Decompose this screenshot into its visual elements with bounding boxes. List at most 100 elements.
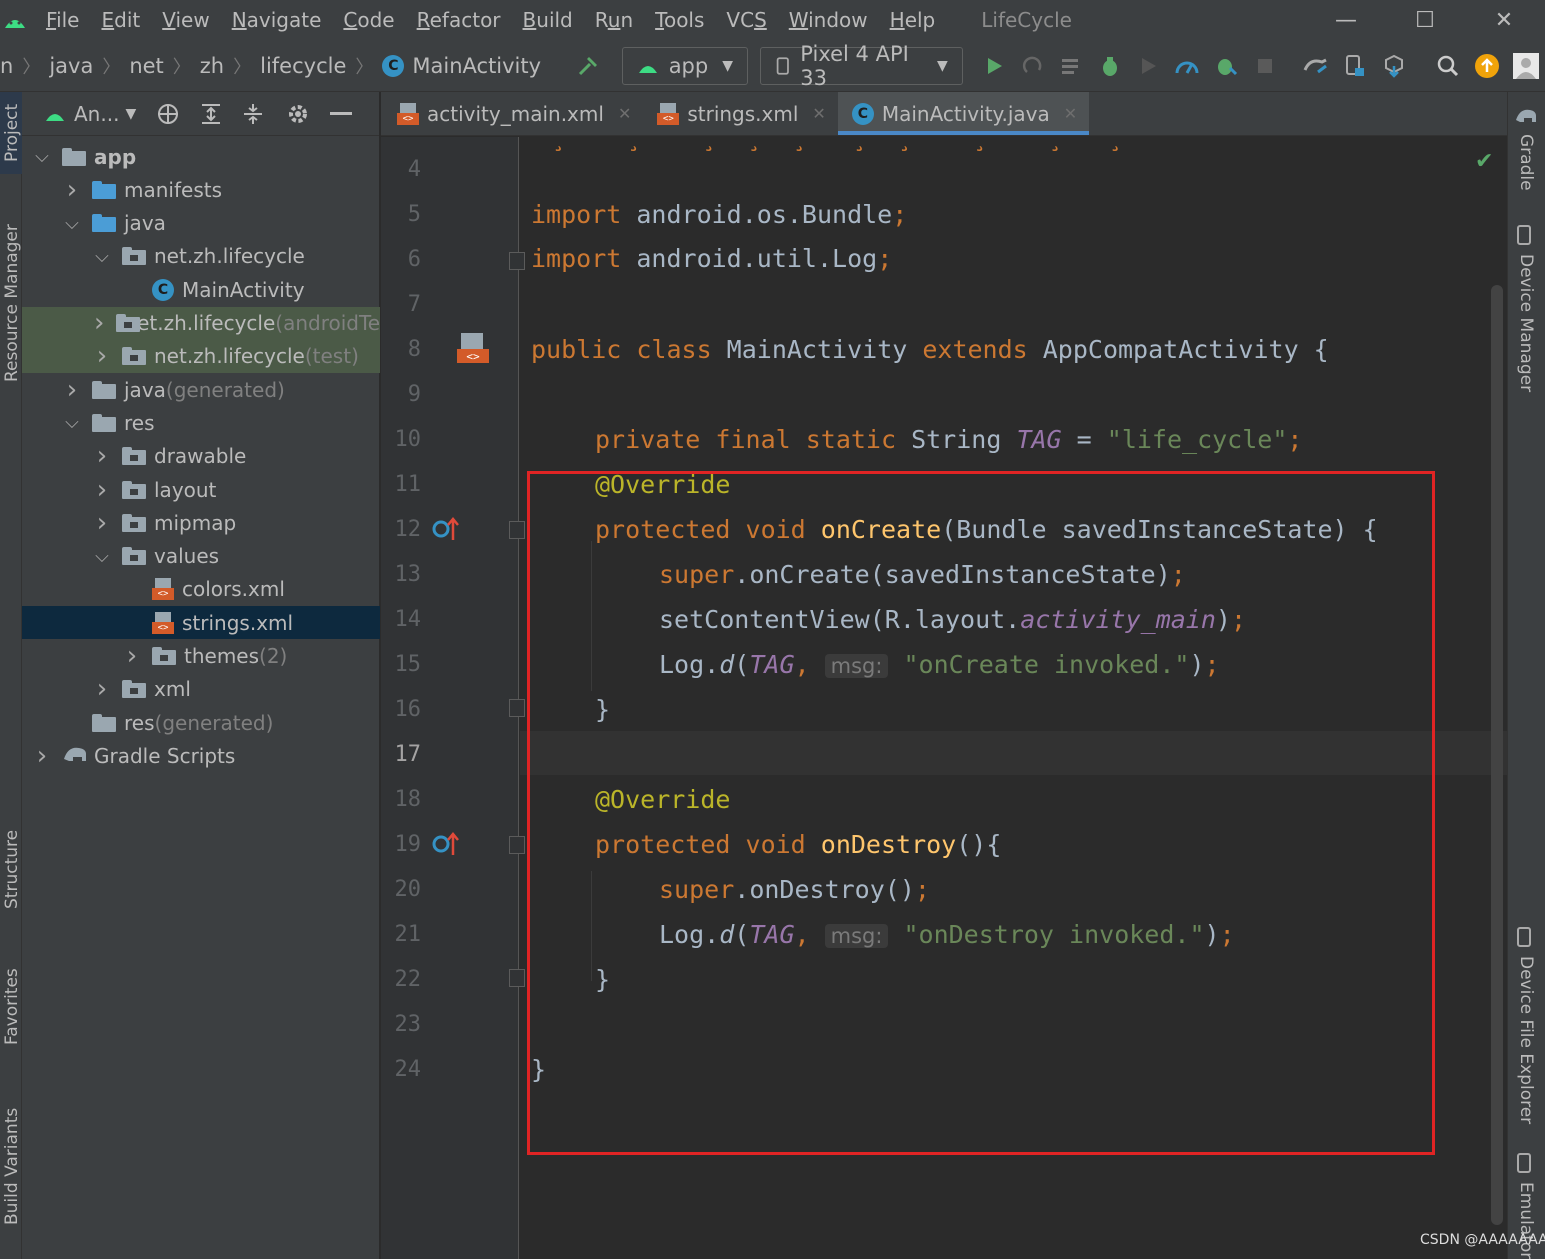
tree-item[interactable]: strings.xml [22, 606, 380, 640]
tree-item[interactable]: › xml [22, 673, 380, 706]
tool-tab-device-manager[interactable]: Device Manager [1514, 224, 1536, 392]
maximize-button[interactable]: ☐ [1395, 0, 1455, 40]
chevron-down-icon[interactable]: ⌵ [94, 246, 110, 267]
chevron-right-icon[interactable]: › [34, 741, 50, 771]
tree-item[interactable]: res (generated) [22, 706, 380, 739]
chevron-down-icon[interactable]: ⌵ [64, 213, 80, 234]
tool-tab-emulator[interactable]: Emulator [1514, 1152, 1536, 1259]
profiler-gauge-icon[interactable] [1174, 51, 1201, 81]
code-editor[interactable]: 4 5 6 7 8 9 10 11 12 13 14 15 16 17 18 19 20 21 22 23 24 <> … [381, 137, 1507, 1259]
build-hammer-icon[interactable] [575, 51, 602, 81]
menu-tools[interactable]: Tools [655, 8, 704, 32]
run-play-icon[interactable] [981, 51, 1008, 81]
tree-item[interactable]: ⌵ net.zh.lifecycle [22, 240, 380, 273]
tree-item[interactable]: C MainActivity [22, 273, 380, 306]
breadcrumb-item[interactable]: net [129, 54, 163, 78]
menu-run[interactable]: Run [595, 8, 633, 32]
menu-navigate[interactable]: Navigate [232, 8, 322, 32]
apply-code-changes-icon[interactable] [1058, 51, 1085, 81]
menu-vcs[interactable]: VCS [726, 8, 766, 32]
tree-item[interactable]: ⌵ res [22, 406, 380, 439]
fold-marker[interactable] [509, 699, 525, 717]
fold-marker[interactable] [509, 521, 525, 539]
tree-item[interactable]: › layout [22, 473, 380, 506]
chevron-right-icon[interactable]: › [64, 175, 80, 205]
breadcrumb-item[interactable]: java [49, 54, 93, 78]
chevron-right-icon[interactable]: › [94, 674, 110, 704]
close-tab-icon[interactable]: ✕ [812, 104, 825, 123]
hide-panel-icon[interactable] [330, 111, 353, 117]
tool-tab-device-file-explorer[interactable]: Device File Explorer [1514, 926, 1536, 1124]
layout-preview-icon[interactable]: <> [455, 331, 495, 371]
tab-activity-main-xml[interactable]: activity_main.xml ✕ [383, 92, 643, 135]
chevron-right-icon[interactable]: › [64, 375, 80, 405]
chevron-right-icon[interactable]: › [124, 641, 140, 671]
project-view-select[interactable]: An... ▼ [44, 102, 136, 126]
breadcrumb-item[interactable]: MainActivity [412, 54, 541, 78]
stop-icon[interactable] [1251, 51, 1278, 81]
select-opened-file-icon[interactable] [156, 102, 180, 126]
fold-marker[interactable] [509, 969, 525, 987]
device-manager-icon[interactable] [1342, 51, 1369, 81]
minimize-button[interactable]: — [1316, 0, 1376, 40]
menu-window[interactable]: Window [789, 8, 868, 32]
tree-item[interactable]: ⌵ values [22, 540, 380, 573]
menu-help[interactable]: Help [890, 8, 936, 32]
chevron-right-icon[interactable]: › [94, 341, 110, 371]
avatar[interactable] [1512, 51, 1539, 81]
tree-item[interactable]: ⌵ app [22, 140, 380, 173]
chevron-right-icon[interactable]: › [94, 308, 104, 338]
menu-build[interactable]: Build [523, 8, 573, 32]
sdk-manager-icon[interactable] [1380, 51, 1407, 81]
menu-view[interactable]: View [162, 8, 209, 32]
tree-item[interactable]: ⌵ java [22, 207, 380, 240]
tree-item[interactable]: › mipmap [22, 506, 380, 539]
tree-item[interactable]: › drawable [22, 440, 380, 473]
tree-item[interactable]: › Gradle Scripts [22, 739, 380, 772]
breadcrumb-item[interactable]: zh [200, 54, 224, 78]
menu-edit[interactable]: Edit [101, 8, 140, 32]
tab-strings-xml[interactable]: strings.xml ✕ [643, 92, 837, 135]
close-window-button[interactable]: ✕ [1474, 0, 1534, 40]
tool-tab-gradle[interactable]: Gradle [1514, 106, 1538, 191]
menu-code[interactable]: Code [343, 8, 394, 32]
menu-file[interactable]: File [46, 8, 79, 32]
chevron-down-icon[interactable]: ⌵ [64, 412, 80, 433]
tree-item[interactable]: colors.xml [22, 573, 380, 606]
profile-icon[interactable] [1135, 51, 1162, 81]
chevron-right-icon[interactable]: › [94, 508, 110, 538]
close-tab-icon[interactable]: ✕ [618, 104, 631, 123]
debug-bug-icon[interactable] [1097, 51, 1124, 81]
collapse-all-icon[interactable] [242, 102, 264, 126]
chevron-right-icon[interactable]: › [94, 475, 110, 505]
tree-item[interactable]: › manifests [22, 173, 380, 206]
fold-marker[interactable] [509, 252, 525, 270]
run-config-select[interactable]: app ▼ [621, 46, 748, 85]
tree-item[interactable]: › net.zh.lifecycle (androidTest) [22, 306, 380, 340]
no-problems-check-icon[interactable]: ✔ [1475, 149, 1493, 174]
tab-main-activity-java[interactable]: C MainActivity.java ✕ [837, 92, 1090, 135]
attach-debugger-icon[interactable] [1213, 51, 1240, 81]
chevron-right-icon[interactable]: › [94, 441, 110, 471]
close-tab-icon[interactable]: ✕ [1064, 104, 1077, 123]
chevron-down-icon[interactable]: ⌵ [94, 546, 110, 567]
tree-item[interactable]: › net.zh.lifecycle (test) [22, 339, 380, 373]
device-select[interactable]: Pixel 4 API 33 ▼ [760, 42, 963, 90]
menu-refactor[interactable]: Refactor [417, 8, 501, 32]
override-method-icon[interactable] [431, 829, 461, 859]
fold-marker[interactable] [509, 836, 525, 854]
override-method-icon[interactable] [431, 514, 461, 544]
gear-icon[interactable] [286, 102, 310, 126]
chevron-down-icon[interactable]: ⌵ [34, 146, 50, 167]
tree-item[interactable]: › java (generated) [22, 373, 380, 406]
expand-all-icon[interactable] [200, 102, 222, 126]
tree-item[interactable]: › themes (2) [22, 640, 380, 673]
tool-tab-project[interactable]: Project [0, 92, 22, 174]
search-icon[interactable] [1435, 51, 1462, 81]
editor-scrollbar[interactable] [1491, 285, 1503, 1225]
apply-changes-icon[interactable] [1019, 51, 1046, 81]
breadcrumb-item[interactable]: lifecycle [260, 54, 346, 78]
breadcrumb-item[interactable]: n [0, 54, 13, 78]
sync-gradle-icon[interactable] [1302, 51, 1330, 81]
update-available-icon[interactable] [1474, 51, 1501, 81]
